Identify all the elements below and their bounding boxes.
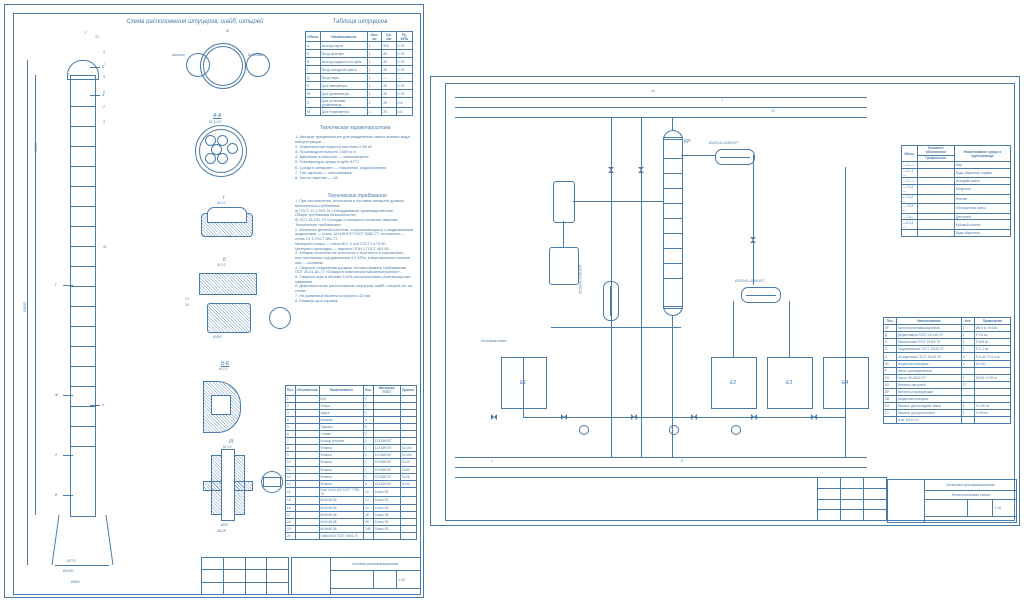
valve-icon — [691, 414, 697, 420]
pfd-column-kp — [663, 137, 683, 309]
section-a-a: А-А М 1:12 — [195, 125, 249, 179]
feed-preheater — [549, 247, 579, 285]
column-skirt — [55, 515, 109, 566]
stream-legend: Обозн.Условные обозначенияНаименование с… — [901, 145, 1011, 237]
detail-iii: III М 1:1 Ø20 Ø128 — [193, 445, 283, 535]
tank-e2: Е2 — [711, 357, 757, 409]
detail-i: I М 1:2 — [193, 201, 263, 249]
assembly-drawing-sheet: Схема расположения штуцеров, шайб, штыре… — [4, 4, 424, 598]
tank-e4: Е4 — [823, 357, 869, 409]
valve-icon — [631, 414, 637, 420]
revision-block-right — [817, 477, 887, 521]
valve-icon — [561, 414, 567, 420]
section-b-b: Б-Б М 1:1 — [203, 373, 263, 433]
valve-icon — [751, 414, 757, 420]
detail-ii: II М 1:2 23 24 Ø180 — [193, 263, 263, 343]
valve-icon — [638, 167, 644, 173]
column-shell — [70, 75, 96, 517]
revision-block — [201, 557, 289, 595]
pump-icon — [669, 425, 679, 435]
line-14 — [455, 97, 867, 98]
top-view: Штыри Бобышки М — [190, 35, 270, 110]
valve-icon — [608, 167, 614, 173]
technical-characteristics: Техническая характеристика 1. Аппарат пр… — [295, 125, 415, 180]
tank-e1: Е1 — [501, 357, 547, 409]
equipment-list: Поз.НаименованиеКол.Примечание КРКолонна… — [883, 317, 1011, 424]
column-elevation: Б А Г Ж Е Л В 11600 2000 Ø1430 Ø600 Ø770… — [35, 45, 125, 575]
pump-icon — [579, 425, 589, 435]
line-bottom — [455, 477, 867, 478]
nozzle-table-title: Таблица штуцеров — [315, 19, 405, 25]
bill-of-materials: Поз. Обозначение Наименование Кол. Матер… — [285, 385, 417, 540]
technical-requirements: Технические требования 1. При изготовлен… — [295, 193, 419, 303]
nozzle-table: Обозн. Наименование Кол-во Dу, мм Pу, МП… — [305, 31, 413, 116]
tank-e3: Е3 — [767, 357, 813, 409]
valve-icon — [491, 414, 497, 420]
line-1 — [455, 457, 867, 458]
title-block-right: Установка ректификационная Технологическ… — [887, 479, 1017, 523]
cooler-1 — [741, 287, 781, 303]
pump-icon — [731, 425, 741, 435]
title-block-left: Колонна ректификационная 1:10 — [291, 557, 421, 595]
valve-icon — [750, 237, 756, 243]
valve-icon — [811, 414, 817, 420]
condenser — [715, 149, 755, 165]
line-13 — [455, 117, 867, 118]
pfd-sheet: КР Ø325×8–Х18Н10Т Ø159×6–Х18Н10Т Ø325×8–… — [430, 76, 1020, 526]
line-8 — [455, 467, 867, 468]
line-7 — [455, 107, 867, 108]
reflux-drum — [553, 181, 575, 223]
layout-header: Схема расположения штуцеров, шайб, штыре… — [115, 19, 275, 25]
